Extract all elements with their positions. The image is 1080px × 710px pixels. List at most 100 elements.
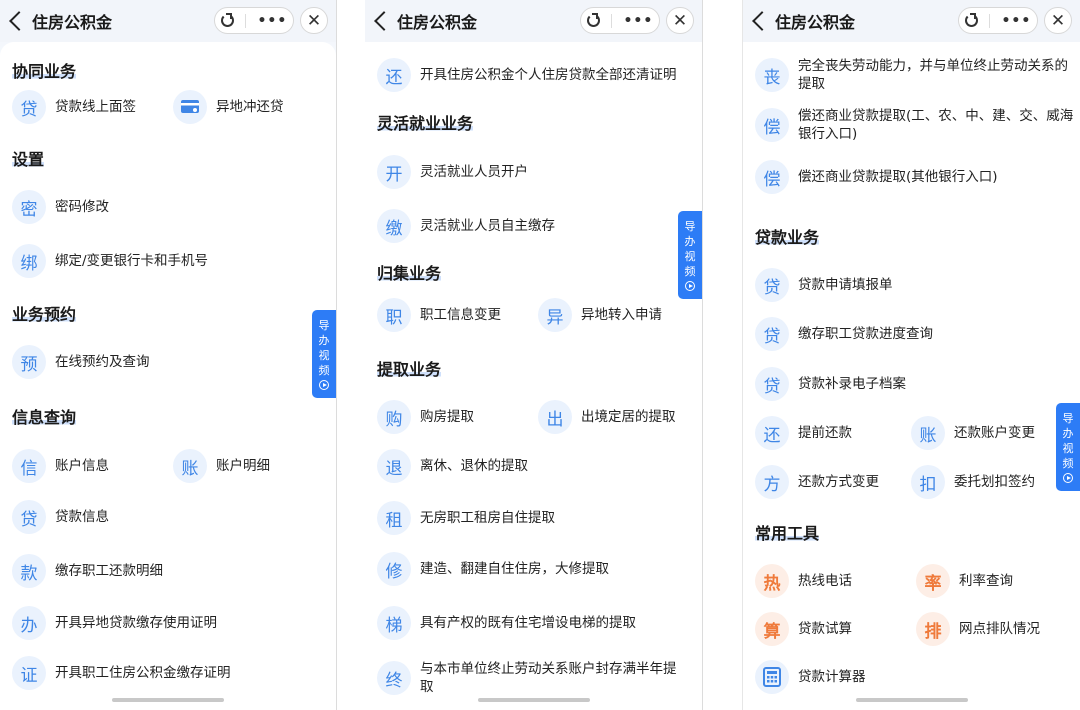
more-icon[interactable]: ••• bbox=[257, 14, 287, 28]
service-list: 协同业务 贷 贷款线上面签 异地冲还贷 设置 密 密码修改 绑 绑定/变更银行卡… bbox=[0, 42, 336, 710]
miniapp-capsule: ••• bbox=[958, 7, 1038, 34]
section-title: 提取业务 bbox=[377, 360, 442, 379]
section-title: 信息查询 bbox=[12, 408, 77, 427]
transfer-icon: 异 bbox=[538, 298, 572, 332]
guide-video-button[interactable]: 导办视频 bbox=[312, 310, 336, 398]
reserve-icon: 预 bbox=[12, 345, 46, 379]
home-indicator bbox=[477, 698, 590, 702]
credit-card-icon bbox=[173, 90, 207, 124]
list-item[interactable]: 退 离休、退休的提取 bbox=[377, 448, 528, 484]
list-item[interactable]: 办 开具异地贷款缴存使用证明 bbox=[12, 605, 217, 641]
list-item[interactable]: 账 还款账户变更 bbox=[911, 415, 1035, 451]
screen-3: 住房公积金 ••• ✕ 丧 完全丧失劳动能力，并与单位终止劳动关系的提取 偿 偿… bbox=[743, 0, 1080, 710]
list-item[interactable]: 缴 灵活就业人员自主缴存 bbox=[377, 208, 555, 244]
list-item[interactable]: 偿 偿还商业贷款提取(工、农、中、建、交、威海银行入口) bbox=[755, 102, 1074, 148]
list-item[interactable]: 率 利率查询 bbox=[916, 563, 1013, 599]
commercial-loan-icon: 偿 bbox=[755, 108, 789, 142]
list-item[interactable]: 款 缴存职工还款明细 bbox=[12, 553, 163, 589]
refresh-icon[interactable] bbox=[586, 13, 600, 27]
list-item[interactable]: 预 在线预约及查询 bbox=[12, 344, 150, 380]
home-indicator bbox=[855, 698, 968, 702]
list-item[interactable]: 贷 贷款申请填报单 bbox=[755, 267, 893, 303]
list-item[interactable]: 证 开具职工住房公积金缴存证明 bbox=[12, 655, 231, 691]
play-icon bbox=[685, 281, 695, 291]
back-arrow-icon[interactable] bbox=[9, 11, 29, 31]
deposit-icon: 缴 bbox=[377, 209, 411, 243]
list-item[interactable]: 排 网点排队情况 bbox=[916, 611, 1040, 647]
page-title: 住房公积金 bbox=[32, 13, 113, 32]
bind-icon: 绑 bbox=[12, 244, 46, 278]
nav-bar: 住房公积金 ••• ✕ bbox=[0, 0, 336, 42]
guide-video-button[interactable]: 导办视频 bbox=[678, 211, 702, 299]
list-item[interactable]: 开 灵活就业人员开户 bbox=[377, 154, 528, 190]
trial-calc-icon: 算 bbox=[755, 612, 789, 646]
section-title: 常用工具 bbox=[755, 524, 820, 543]
list-item[interactable]: 还 开具住房公积金个人住房贷款全部还清证明 bbox=[377, 52, 685, 98]
disability-icon: 丧 bbox=[755, 58, 789, 92]
section-title: 协同业务 bbox=[12, 62, 77, 81]
list-item[interactable]: 信 账户信息 bbox=[12, 448, 109, 484]
list-item[interactable]: 职 职工信息变更 bbox=[377, 297, 501, 333]
password-icon: 密 bbox=[12, 190, 46, 224]
close-icon[interactable]: ✕ bbox=[666, 7, 694, 34]
close-icon[interactable]: ✕ bbox=[300, 7, 328, 34]
list-item[interactable]: 还 提前还款 bbox=[755, 415, 852, 451]
open-account-icon: 开 bbox=[377, 155, 411, 189]
employee-icon: 职 bbox=[377, 298, 411, 332]
list-item[interactable]: 偿 偿还商业贷款提取(其他银行入口) bbox=[755, 159, 998, 195]
list-item[interactable]: 扣 委托划扣签约 bbox=[911, 464, 1035, 500]
handle-icon: 办 bbox=[12, 606, 46, 640]
list-item[interactable]: 出 出境定居的提取 bbox=[538, 399, 676, 435]
list-item[interactable]: 购 购房提取 bbox=[377, 399, 474, 435]
refresh-icon[interactable] bbox=[220, 13, 234, 27]
list-item[interactable]: 算 贷款试算 bbox=[755, 611, 852, 647]
nav-bar: 住房公积金 ••• ✕ bbox=[743, 0, 1080, 42]
list-item[interactable]: 密 密码修改 bbox=[12, 189, 109, 225]
guide-video-button[interactable]: 导办视频 bbox=[1056, 403, 1080, 491]
info-icon: 信 bbox=[12, 449, 46, 483]
more-icon[interactable]: ••• bbox=[1001, 14, 1031, 28]
loan-icon: 贷 bbox=[755, 317, 789, 351]
list-item[interactable]: 贷 贷款补录电子档案 bbox=[755, 366, 906, 402]
home-indicator bbox=[112, 698, 224, 702]
list-item[interactable]: 贷款计算器 bbox=[755, 659, 866, 695]
list-item[interactable]: 账 账户明细 bbox=[173, 448, 270, 484]
refresh-icon[interactable] bbox=[964, 13, 978, 27]
list-item[interactable]: 租 无房职工租房自住提取 bbox=[377, 500, 555, 536]
hotline-icon: 热 bbox=[755, 564, 789, 598]
repair-icon: 修 bbox=[377, 552, 411, 586]
service-list: 丧 完全丧失劳动能力，并与单位终止劳动关系的提取 偿 偿还商业贷款提取(工、农、… bbox=[743, 42, 1080, 710]
list-item[interactable]: 方 还款方式变更 bbox=[755, 464, 879, 500]
play-icon bbox=[319, 380, 329, 390]
list-item[interactable]: 终 与本市单位终止劳动关系账户封存满半年提取 bbox=[377, 655, 685, 701]
loan-icon: 贷 bbox=[12, 90, 46, 124]
list-item[interactable]: 绑 绑定/变更银行卡和手机号 bbox=[12, 243, 208, 279]
list-item[interactable]: 丧 完全丧失劳动能力，并与单位终止劳动关系的提取 bbox=[755, 52, 1074, 98]
list-item[interactable]: 热 热线电话 bbox=[755, 563, 852, 599]
close-icon[interactable]: ✕ bbox=[1044, 7, 1072, 34]
loan-icon: 贷 bbox=[755, 367, 789, 401]
section-title: 灵活就业业务 bbox=[377, 114, 474, 133]
list-item[interactable]: 梯 具有产权的既有住宅增设电梯的提取 bbox=[377, 605, 636, 641]
back-arrow-icon[interactable] bbox=[374, 11, 394, 31]
back-arrow-icon[interactable] bbox=[752, 11, 772, 31]
list-item[interactable]: 修 建造、翻建自住住房，大修提取 bbox=[377, 551, 609, 587]
terminate-icon: 终 bbox=[377, 661, 411, 695]
account-icon: 账 bbox=[173, 449, 207, 483]
list-item[interactable]: 贷 贷款线上面签 bbox=[12, 89, 136, 125]
list-item[interactable]: 贷 缴存职工贷款进度查询 bbox=[755, 316, 933, 352]
rent-icon: 租 bbox=[377, 501, 411, 535]
page-title: 住房公积金 bbox=[397, 13, 478, 32]
list-item[interactable]: 异地冲还贷 bbox=[173, 89, 284, 125]
page-title: 住房公积金 bbox=[775, 13, 856, 32]
deduct-icon: 扣 bbox=[911, 465, 945, 499]
retire-icon: 退 bbox=[377, 449, 411, 483]
more-icon[interactable]: ••• bbox=[623, 14, 653, 28]
list-item[interactable]: 异 异地转入申请 bbox=[538, 297, 662, 333]
list-item[interactable]: 贷 贷款信息 bbox=[12, 499, 109, 535]
calculator-icon bbox=[755, 660, 789, 694]
purchase-icon: 购 bbox=[377, 400, 411, 434]
emigrate-icon: 出 bbox=[538, 400, 572, 434]
separator bbox=[702, 0, 743, 710]
loan-icon: 贷 bbox=[755, 268, 789, 302]
